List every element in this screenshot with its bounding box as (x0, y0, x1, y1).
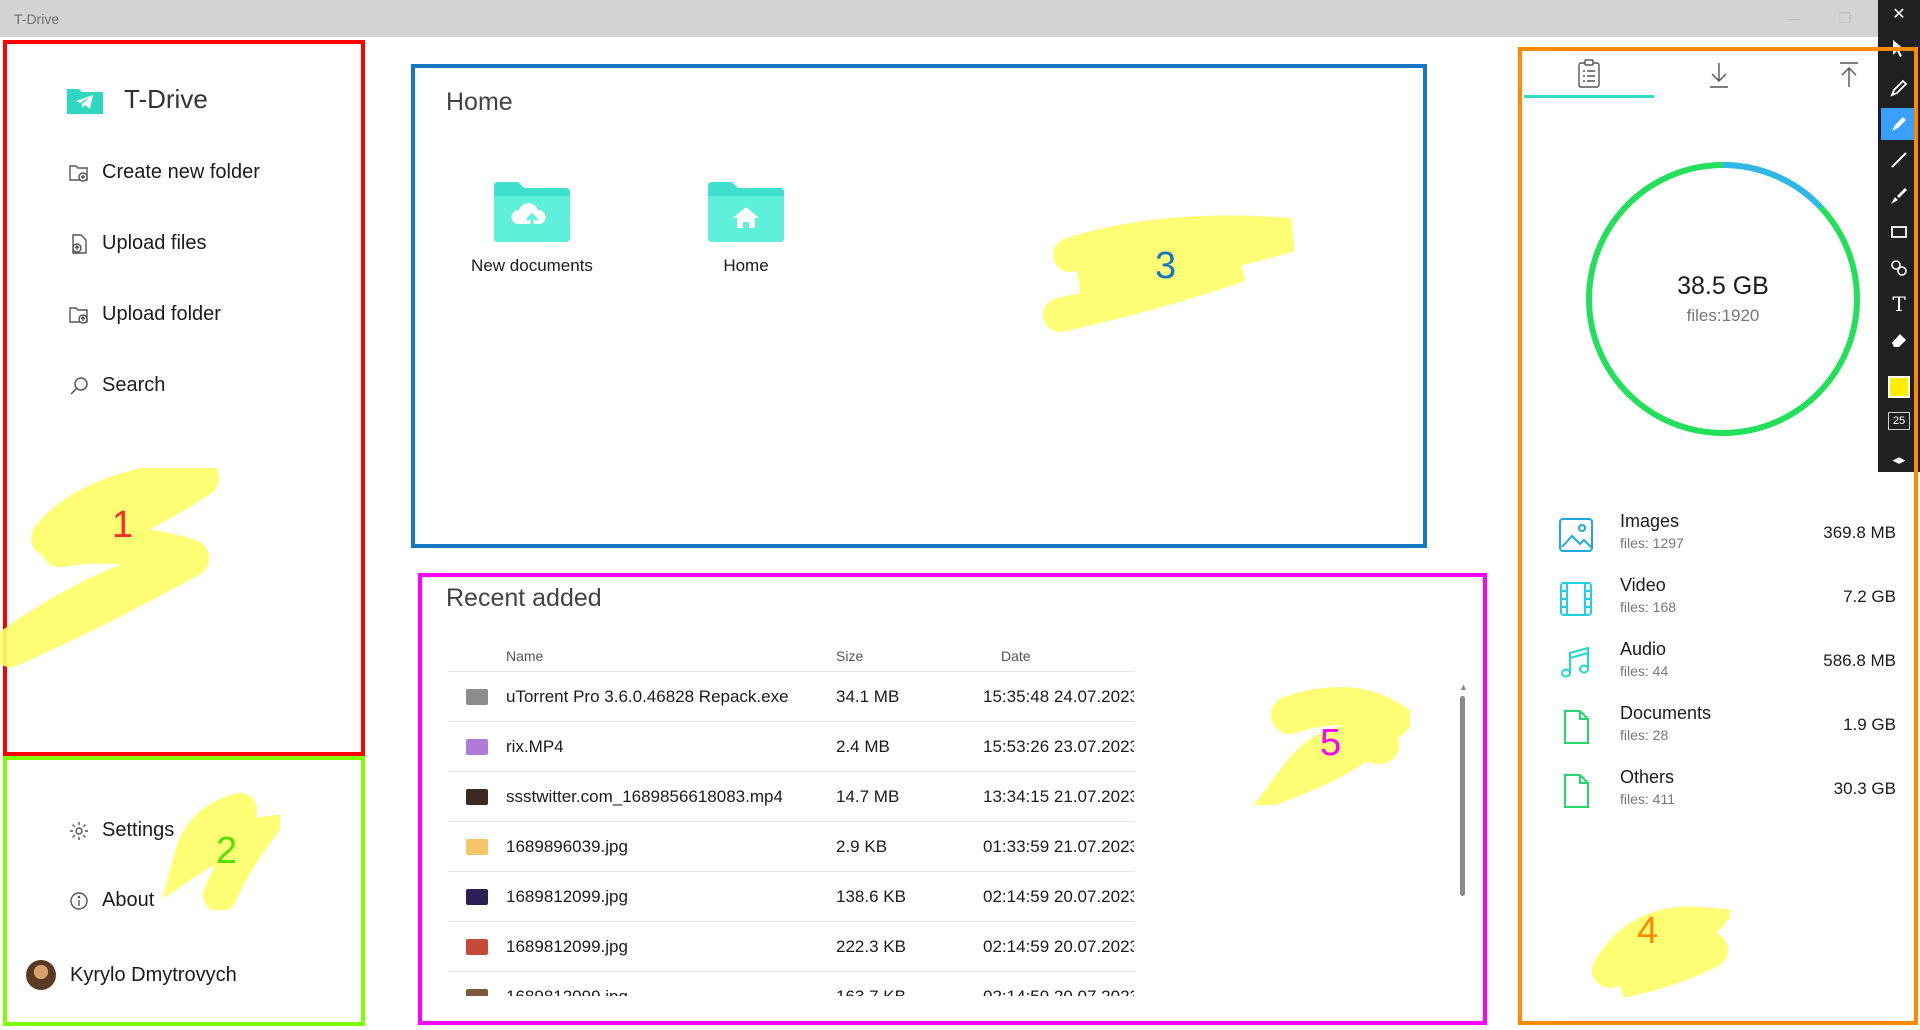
annotation-box-5 (418, 573, 1487, 1025)
window-title: T-Drive (14, 11, 60, 27)
title-bar: T-Drive — ❐ (0, 0, 1920, 37)
restore-button[interactable]: ❐ (1822, 4, 1868, 32)
annotation-number-4: 4 (1637, 910, 1659, 952)
annotation-box-3 (411, 64, 1427, 548)
annotation-number-5: 5 (1320, 722, 1342, 764)
annotation-box-2 (3, 756, 365, 1026)
annotation-box-4 (1518, 47, 1918, 1025)
annotation-number-3: 3 (1155, 245, 1177, 287)
close-icon[interactable]: ✕ (1881, 0, 1917, 28)
annotation-number-2: 2 (216, 830, 238, 872)
minimize-button[interactable]: — (1770, 4, 1816, 32)
annotation-box-1 (3, 40, 365, 756)
annotation-number-1: 1 (112, 504, 134, 546)
